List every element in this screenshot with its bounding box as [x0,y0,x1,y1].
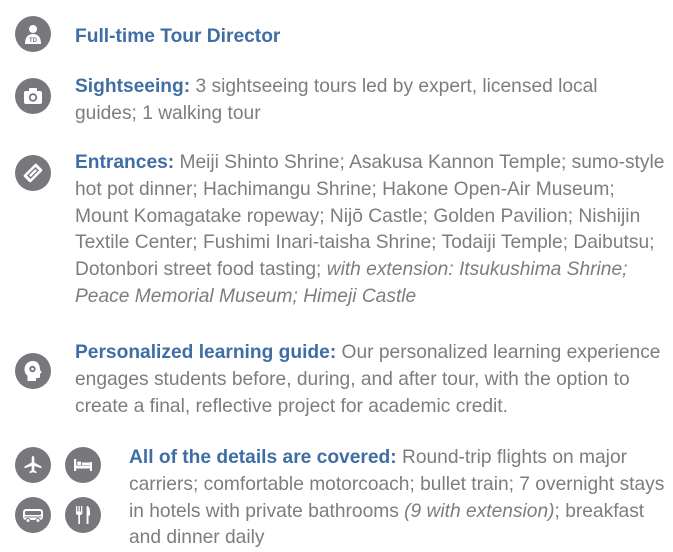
airplane-icon [15,447,51,483]
feature-text: Personalized learning guide: Our persona… [75,340,665,420]
feature-label: Sightseeing: [75,76,191,97]
tour-director-icon: TD [15,16,51,52]
feature-label: Full-time Tour Director [75,26,281,47]
feature-label: Entrances: [75,152,175,173]
fork-knife-icon [65,497,101,533]
feature-text: All of the details are covered: Round-tr… [129,445,669,552]
feature-text: Sightseeing: 3 sightseeing tours led by … [75,74,655,128]
feature-text: Full-time Tour Director [75,24,655,51]
bed-icon [65,447,101,483]
feature-extension-note: (9 with extension) [404,500,555,522]
head-brain-icon [15,353,51,389]
ticket-icon [15,155,51,191]
bus-icon [15,497,51,533]
svg-text:TD: TD [29,38,38,44]
feature-label: Personalized learning guide: [75,342,337,363]
feature-text: Entrances: Meiji Shinto Shrine; Asakusa … [75,150,665,311]
feature-label: All of the details are covered: [129,447,397,468]
camera-icon [15,78,51,114]
